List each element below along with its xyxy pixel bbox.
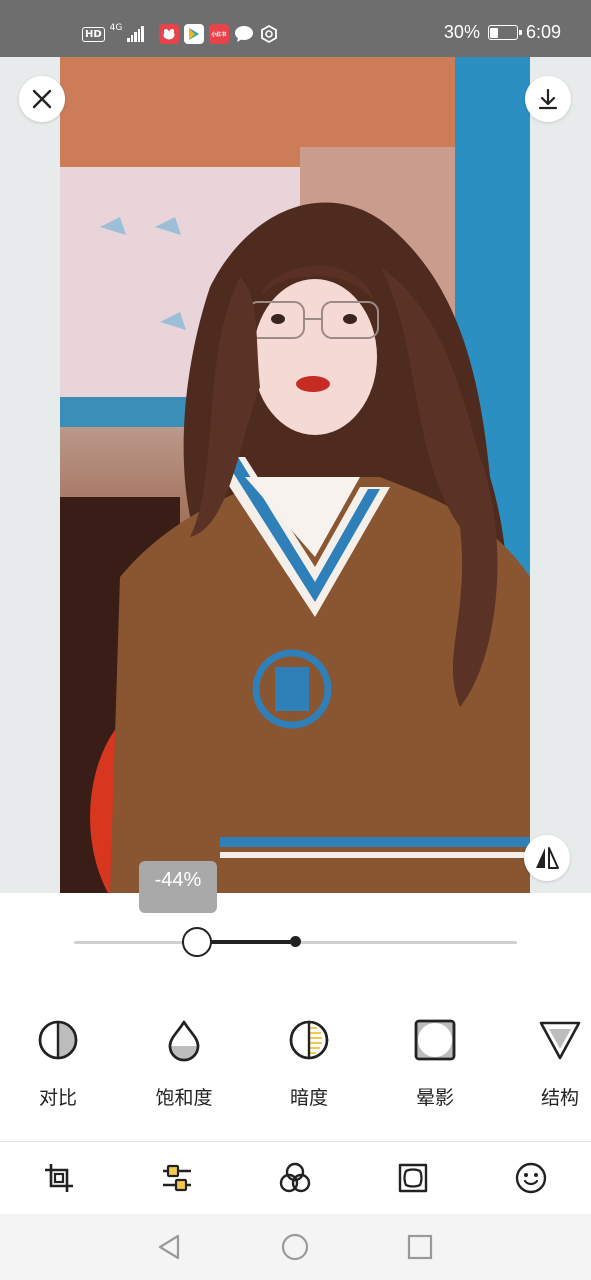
- tool-label: 晕影: [415, 1087, 454, 1109]
- adjust-panel: -44% 对比 饱和度 暗度 晕影 结构: [0, 861, 591, 1141]
- vpn-icon: [259, 24, 279, 44]
- status-bar: HD 4G 小红书 30% 6:09: [0, 0, 591, 57]
- tab-adjust[interactable]: [159, 1160, 195, 1196]
- clock: 6:09: [525, 22, 561, 42]
- battery-fill: [490, 27, 498, 38]
- back-icon: [158, 1234, 180, 1260]
- photo-viewer: [0, 57, 591, 893]
- portrait-illustration: [60, 57, 530, 893]
- tool-contrast[interactable]: 对比: [8, 1018, 108, 1110]
- xiaohongshu-icon: 小红书: [208, 24, 229, 44]
- photo-canvas[interactable]: [60, 57, 530, 893]
- slider-center-mark: [290, 936, 301, 947]
- tab-frame[interactable]: [395, 1160, 431, 1196]
- status-right: 30% 6:09: [444, 22, 561, 43]
- tool-label: 饱和度: [155, 1087, 213, 1109]
- signal-icon: [127, 26, 144, 42]
- darkness-icon: [289, 1020, 329, 1060]
- recents-icon: [407, 1234, 433, 1260]
- network-type: 4G: [109, 22, 123, 33]
- close-icon: [32, 89, 52, 109]
- tool-structure[interactable]: 结构: [510, 1018, 591, 1110]
- tab-filters[interactable]: [277, 1160, 313, 1196]
- hd-badge: HD: [82, 26, 105, 42]
- slider-knob[interactable]: [182, 927, 212, 957]
- nav-home-button[interactable]: [280, 1232, 310, 1262]
- value-bubble: -44%: [139, 861, 217, 913]
- tool-label: 暗度: [289, 1087, 328, 1109]
- nav-recents-button[interactable]: [405, 1232, 435, 1262]
- home-icon: [281, 1233, 309, 1261]
- filters-icon: [279, 1162, 311, 1193]
- adjust-value-label: -44%: [154, 869, 202, 891]
- face-icon: [515, 1162, 547, 1194]
- adjust-sliders-icon: [163, 1164, 191, 1192]
- download-button[interactable]: [525, 76, 571, 122]
- close-button[interactable]: [19, 76, 65, 122]
- saturation-icon: [168, 1020, 200, 1062]
- tab-crop[interactable]: [41, 1160, 77, 1196]
- battery-percent: 30%: [443, 22, 480, 42]
- tool-label: 结构: [540, 1087, 579, 1109]
- compare-button[interactable]: [524, 835, 570, 881]
- frame-icon: [398, 1163, 428, 1193]
- crop-icon: [45, 1164, 73, 1192]
- compare-icon: [536, 847, 559, 869]
- download-icon: [538, 88, 558, 110]
- tab-face[interactable]: [513, 1160, 549, 1196]
- contrast-icon: [38, 1020, 78, 1060]
- tool-vignette[interactable]: 晕影: [385, 1018, 485, 1110]
- chat-icon: [234, 24, 254, 44]
- vignette-icon: [414, 1019, 456, 1061]
- play-store-icon: [183, 24, 204, 44]
- status-left: HD 4G 小红书: [82, 20, 279, 48]
- app-red-icon: [158, 24, 179, 44]
- bottom-tab-bar: [0, 1141, 591, 1214]
- tool-saturation[interactable]: 饱和度: [134, 1018, 234, 1110]
- structure-icon: [539, 1021, 581, 1060]
- battery-icon: [487, 25, 522, 40]
- tool-darkness[interactable]: 暗度: [259, 1018, 359, 1110]
- nav-back-button[interactable]: [154, 1232, 184, 1262]
- tool-label: 对比: [38, 1087, 77, 1109]
- system-nav-bar: [0, 1214, 591, 1280]
- xiaohongshu-label: 小红书: [211, 31, 227, 38]
